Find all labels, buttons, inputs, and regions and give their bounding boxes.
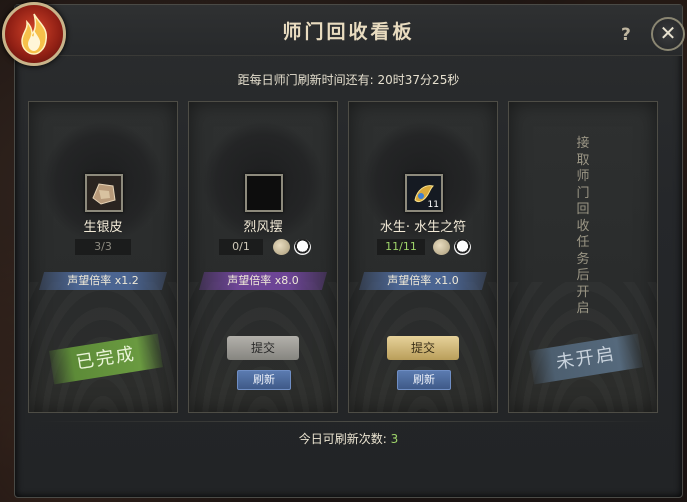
recycle-board-panel: 师门回收看板 ? ✕ 距每日师门刷新时间还有: 20时37分25秒 生银皮 3/… [14,4,685,498]
window-title: 师门回收看板 [282,21,415,43]
refresh-button[interactable]: 刷新 [397,370,451,390]
task-card-3: 11 水生· 水生之符 11/11 声望倍率 x1.0 提交 刷新 [348,101,498,413]
item-count: 3/3 [75,239,131,255]
refresh-count-footer: 今日可刷新次数: 3 [15,430,682,447]
locked-hint-text: 接取师门回收任务后开启 [576,136,590,316]
title-bar: 师门回收看板 ? ✕ [15,5,685,56]
item-name: 水生· 水生之符 [379,220,467,235]
help-icon[interactable]: ? [621,25,631,45]
reward-ingot-icon [433,239,450,255]
panda-icon [294,239,311,255]
game-scene: 师门回收看板 ? ✕ 距每日师门刷新时间还有: 20时37分25秒 生银皮 3/… [0,0,687,502]
task-card-4-locked: 接取师门回收任务后开启 未开启 [508,101,658,413]
refresh-count-label: 今日可刷新次数: [298,432,391,446]
item-stack-count: 11 [427,200,439,210]
submit-button[interactable]: 提交 [387,336,459,360]
panda-icon [454,239,471,255]
task-card-1: 生银皮 3/3 声望倍率 x1.2 已完成 [28,101,178,413]
empty-slot-icon [247,176,281,210]
refresh-count-value: 3 [390,432,399,446]
reputation-multiplier-badge: 声望倍率 x1.2 [39,272,167,290]
reward-ingot-icon [273,239,290,255]
task-card-2: 烈风摆 0/1 声望倍率 x8.0 提交 刷新 [188,101,338,413]
close-button[interactable]: ✕ [651,17,685,51]
item-count: 11/11 [377,239,425,255]
reputation-multiplier-badge: 声望倍率 x1.0 [359,272,487,290]
item-slot[interactable] [85,174,123,212]
silver-hide-icon [87,176,121,210]
item-slot[interactable] [245,174,283,212]
item-name: 生银皮 [83,220,123,235]
close-icon: ✕ [659,21,677,45]
flame-emblem-icon [2,2,66,66]
submit-button[interactable]: 提交 [227,336,299,360]
footer-divider [35,421,662,422]
refresh-button[interactable]: 刷新 [237,370,291,390]
item-count: 0/1 [219,239,263,255]
item-name: 烈风摆 [243,220,283,235]
reputation-multiplier-badge: 声望倍率 x8.0 [199,272,327,290]
refresh-timer: 距每日师门刷新时间还有: 20时37分25秒 [237,73,460,87]
item-slot[interactable]: 11 [405,174,443,212]
